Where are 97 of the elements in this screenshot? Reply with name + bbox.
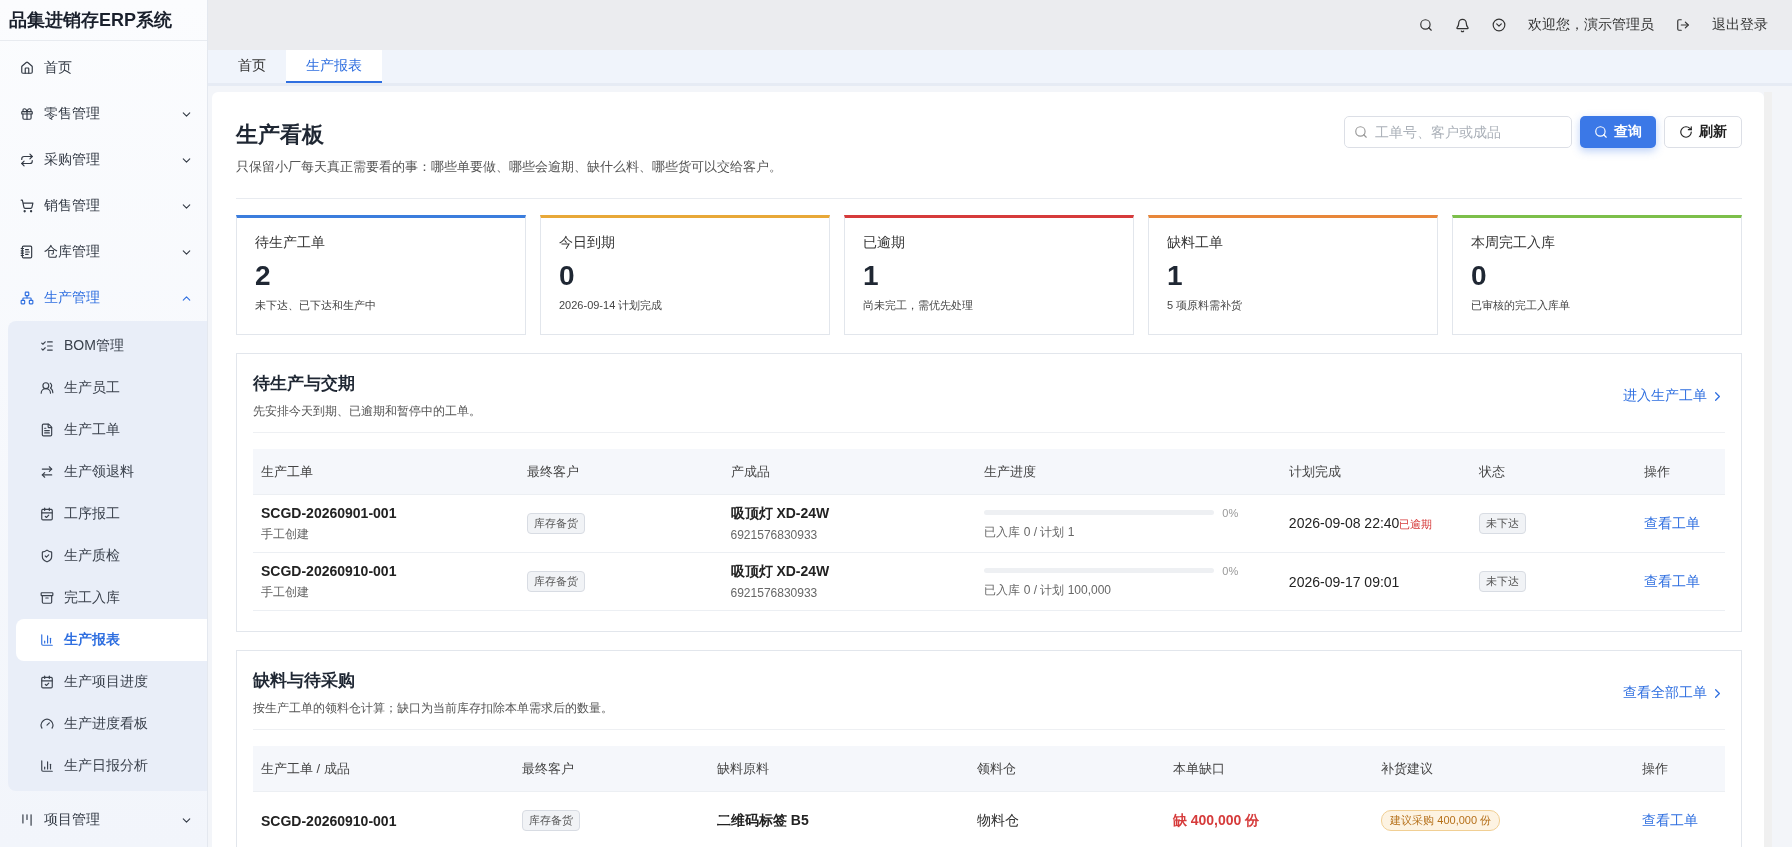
submenu-item[interactable]: 工序报工: [16, 493, 207, 535]
menu-item[interactable]: 采购管理: [0, 137, 207, 183]
submenu-item[interactable]: 生产报表: [16, 619, 207, 661]
user-menu[interactable]: 欢迎您，演示管理员: [1528, 16, 1654, 34]
stat-value: 2: [255, 260, 272, 292]
column-header: 补货建议: [1373, 746, 1634, 792]
product-name: 吸顶灯 XD-24W: [730, 563, 831, 581]
overdue-label: 已逾期: [1399, 517, 1433, 532]
status-tag: 未下达: [1479, 513, 1527, 534]
shortage-amount: 缺 400,000 份: [1172, 811, 1261, 830]
stat-value: 1: [1167, 260, 1184, 292]
order-number: SCGD-20260910-001: [261, 562, 398, 579]
progress-note: 已入库 0 / 计划 100,000: [984, 581, 1113, 599]
stat-value: 0: [559, 260, 576, 292]
section-title: 待生产与交期: [253, 373, 356, 395]
submenu-item[interactable]: 生产项目进度: [16, 661, 207, 703]
status-tag: 未下达: [1479, 571, 1527, 592]
progress-percent: 0%: [1222, 564, 1239, 577]
warehouse-name: 物料仓: [977, 811, 1021, 830]
stat-value: 1: [863, 260, 880, 292]
submenu-item[interactable]: 生产进度看板: [16, 703, 207, 745]
customer-tag: 库存备货: [527, 513, 586, 534]
menu-item[interactable]: 项目管理: [0, 797, 207, 843]
submenu-item[interactable]: 生产日报分析: [16, 745, 207, 787]
stat-title: 已逾期: [863, 234, 906, 252]
view-order-link[interactable]: 查看工单: [1644, 572, 1717, 591]
search-field[interactable]: 工单号、客户或成品: [1344, 116, 1572, 148]
stat-title: 本周完工入库: [1471, 234, 1556, 252]
column-header: 领料仓: [969, 746, 1165, 792]
stat-note: 尚未完工，需优先处理: [863, 298, 974, 313]
menu-item[interactable]: 仓库管理: [0, 229, 207, 275]
order-number: SCGD-20260901-001: [261, 504, 398, 521]
customer-tag: 库存备货: [521, 810, 580, 831]
section-link[interactable]: 进入生产工单: [1623, 387, 1725, 405]
order-source: 手工创建: [261, 583, 310, 601]
planned-date: 2026-09-08 22:40: [1288, 515, 1400, 531]
column-header: 产成品: [722, 449, 977, 495]
purchase-suggestion: 建议采购 400,000 份: [1381, 810, 1501, 831]
stat-value: 0: [1471, 260, 1488, 292]
column-header: 操作: [1636, 449, 1725, 495]
column-header: 本单缺口: [1164, 746, 1374, 792]
submenu-item[interactable]: 生产工单: [16, 409, 207, 451]
section-link[interactable]: 查看全部工单: [1623, 684, 1725, 702]
query-button[interactable]: 查询: [1580, 116, 1656, 148]
chevron-circle-icon[interactable]: [1492, 18, 1506, 32]
column-header: 状态: [1471, 449, 1637, 495]
progress-note: 已入库 0 / 计划 1: [984, 523, 1076, 541]
page-title: 生产看板: [236, 121, 325, 149]
column-header: 最终客户: [519, 449, 723, 495]
logout-button[interactable]: 退出登录: [1712, 16, 1768, 34]
product-code: 6921576830933: [730, 528, 819, 542]
submenu-item[interactable]: BOM管理: [16, 325, 207, 367]
view-order-link[interactable]: 查看工单: [1644, 514, 1717, 533]
tab[interactable]: 生产报表: [286, 50, 382, 83]
menu-item[interactable]: 零售管理: [0, 91, 207, 137]
stat-note: 2026-09-14 计划完成: [559, 298, 664, 313]
stat-title: 今日到期: [559, 234, 616, 252]
column-header: 生产工单 / 成品: [253, 746, 514, 792]
material-name: 二维码标签 B5: [716, 811, 810, 830]
search-icon[interactable]: [1419, 18, 1433, 32]
submenu-item[interactable]: 生产领退料: [16, 451, 207, 493]
customer-tag: 库存备货: [527, 571, 586, 592]
submenu-item[interactable]: 生产质检: [16, 535, 207, 577]
menu-item[interactable]: 生产管理: [0, 275, 207, 321]
product-code: 6921576830933: [730, 586, 819, 600]
bell-icon[interactable]: [1455, 17, 1470, 33]
menu-item[interactable]: 首页: [0, 45, 207, 91]
column-header: 生产工单: [253, 449, 520, 495]
stat-title: 待生产工单: [255, 234, 326, 252]
page-subtitle: 只保留小厂每天真正需要看的事：哪些单要做、哪些会逾期、缺什么料、哪些货可以交给客户。: [236, 158, 782, 176]
search-icon: [1594, 125, 1608, 139]
tab[interactable]: 首页: [218, 50, 286, 83]
submenu-item[interactable]: 完工入库: [16, 577, 207, 619]
app-title: 品集进销存ERP系统: [0, 0, 207, 41]
planned-date: 2026-09-17 09:01: [1288, 573, 1400, 590]
stat-note: 未下达、已下达和生产中: [255, 298, 377, 313]
refresh-icon: [1679, 125, 1693, 139]
order-source: 手工创建: [261, 525, 310, 543]
order-number: SCGD-20260910-001: [261, 812, 398, 829]
column-header: 最终客户: [513, 746, 709, 792]
refresh-button[interactable]: 刷新: [1664, 116, 1742, 148]
column-header: 缺料原料: [708, 746, 970, 792]
stat-title: 缺料工单: [1167, 234, 1224, 252]
column-header: 计划完成: [1280, 449, 1472, 495]
logout-icon[interactable]: [1676, 18, 1690, 32]
section-subtitle: 先安排今天到期、已逾期和暂停中的工单。: [253, 403, 481, 420]
view-order-link[interactable]: 查看工单: [1641, 811, 1717, 830]
menu-item[interactable]: 销售管理: [0, 183, 207, 229]
section-subtitle: 按生产工单的领料仓计算；缺口为当前库存扣除本单需求后的数量。: [253, 700, 613, 717]
section-title: 缺料与待采购: [253, 670, 356, 692]
stat-note: 5 项原料需补货: [1167, 298, 1244, 313]
column-header: 操作: [1633, 746, 1725, 792]
product-name: 吸顶灯 XD-24W: [730, 505, 831, 523]
submenu-item[interactable]: 生产员工: [16, 367, 207, 409]
stat-note: 已审核的完工入库单: [1471, 298, 1571, 313]
column-header: 生产进度: [976, 449, 1281, 495]
progress-percent: 0%: [1222, 506, 1239, 519]
